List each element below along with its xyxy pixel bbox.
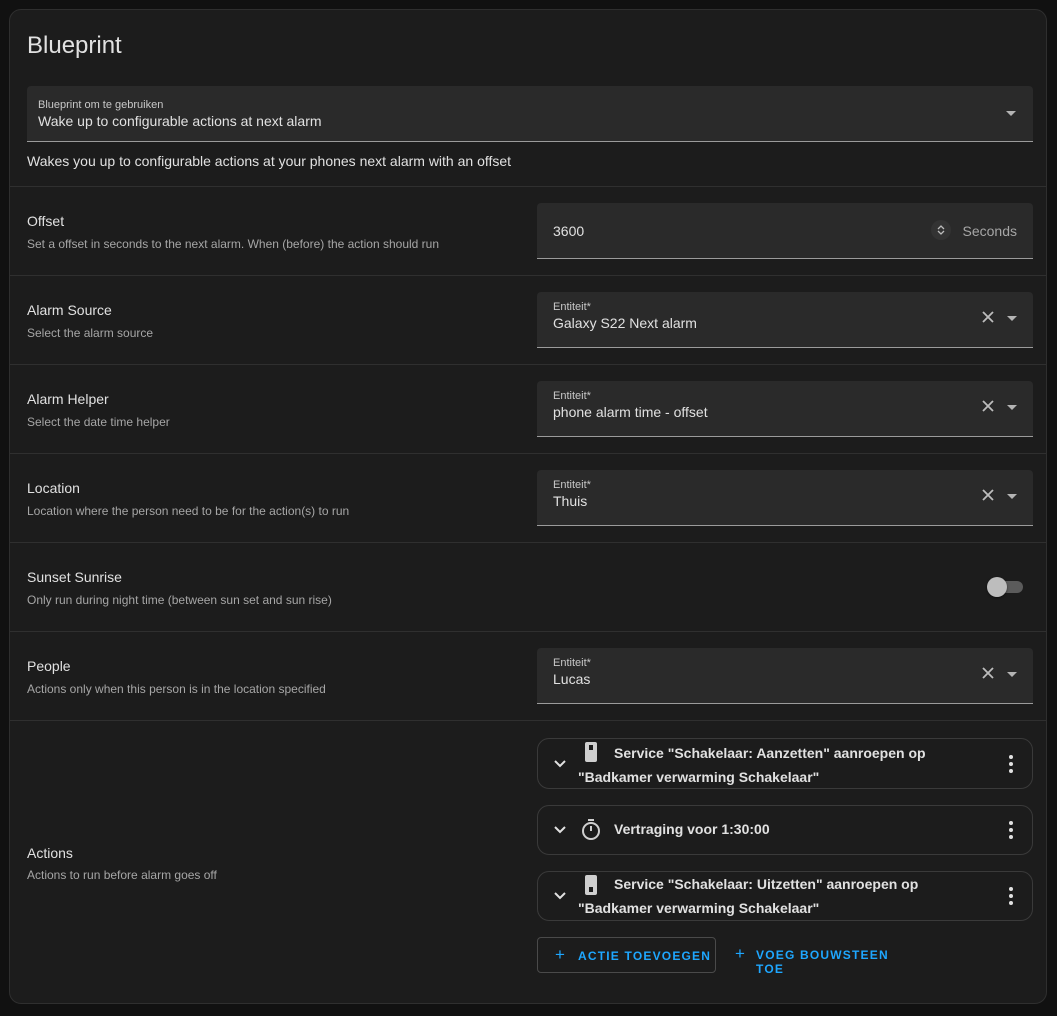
people-description: Actions only when this person is in the …: [27, 682, 326, 696]
dropdown-arrow-icon[interactable]: [1007, 316, 1017, 321]
dropdown-arrow-icon[interactable]: [1007, 494, 1017, 499]
clear-icon[interactable]: [978, 485, 998, 505]
entity-label: Entiteit*: [553, 479, 591, 491]
more-options-icon[interactable]: [1008, 821, 1014, 839]
alarm-helper-entity-picker[interactable]: Entiteit* phone alarm time - offset: [537, 381, 1033, 437]
entity-value[interactable]: phone alarm time - offset: [553, 404, 708, 420]
action-item-text: Vertraging voor 1:30:00: [614, 821, 770, 837]
divider: [10, 453, 1046, 454]
alarm-helper-description: Select the date time helper: [27, 415, 170, 429]
chevron-down-icon[interactable]: [553, 891, 567, 901]
dropdown-arrow-icon[interactable]: [1007, 405, 1017, 410]
offset-name: Offset: [27, 213, 65, 229]
entity-label: Entiteit*: [553, 657, 591, 669]
action-item-delay[interactable]: Vertraging voor 1:30:00: [537, 805, 1033, 855]
offset-unit: Seconds: [962, 223, 1017, 239]
divider: [10, 720, 1046, 721]
add-building-block-label: VOEG BOUWSTEEN TOE: [756, 948, 889, 976]
divider: [10, 186, 1046, 187]
location-description: Location where the person need to be for…: [27, 504, 350, 518]
action-item-text: Service "Schakelaar: Uitzetten" aanroepe…: [578, 876, 919, 916]
offset-description: Set a offset in seconds to the next alar…: [27, 237, 440, 251]
clear-icon[interactable]: [978, 663, 998, 683]
divider: [10, 631, 1046, 632]
location-name: Location: [27, 480, 80, 496]
people-entity-picker[interactable]: Entiteit* Lucas: [537, 648, 1033, 704]
offset-value[interactable]: 3600: [553, 223, 584, 239]
action-item-switch-off[interactable]: Service "Schakelaar: Uitzetten" aanroepe…: [537, 871, 1033, 921]
sunset-sunrise-description: Only run during night time (between sun …: [27, 593, 332, 607]
divider: [10, 364, 1046, 365]
blueprint-select-value: Wake up to configurable actions at next …: [38, 113, 322, 129]
add-building-block-button[interactable]: + VOEG BOUWSTEEN TOE: [726, 937, 916, 976]
plus-icon: +: [735, 944, 747, 963]
card-title: Blueprint: [27, 32, 122, 59]
divider: [10, 542, 1046, 543]
sunset-sunrise-name: Sunset Sunrise: [27, 569, 122, 585]
alarm-helper-name: Alarm Helper: [27, 391, 109, 407]
people-name: People: [27, 658, 71, 674]
divider: [10, 275, 1046, 276]
action-item-text: Service "Schakelaar: Aanzetten" aanroepe…: [578, 745, 926, 785]
clear-icon[interactable]: [978, 396, 998, 416]
alarm-source-name: Alarm Source: [27, 302, 112, 318]
dropdown-arrow-icon[interactable]: [1007, 672, 1017, 677]
number-spinner-icon[interactable]: [931, 220, 951, 240]
blueprint-card: Blueprint Blueprint om te gebruiken Wake…: [9, 9, 1047, 1004]
action-item-switch-on[interactable]: Service "Schakelaar: Aanzetten" aanroepe…: [537, 738, 1033, 789]
offset-input[interactable]: 3600 Seconds: [537, 203, 1033, 259]
location-entity-picker[interactable]: Entiteit* Thuis: [537, 470, 1033, 526]
actions-description: Actions to run before alarm goes off: [27, 868, 217, 882]
toggle-knob: [987, 577, 1007, 597]
actions-name: Actions: [27, 845, 73, 861]
entity-value[interactable]: Galaxy S22 Next alarm: [553, 315, 697, 331]
chevron-down-icon[interactable]: [553, 759, 567, 769]
entity-label: Entiteit*: [553, 390, 591, 402]
alarm-source-description: Select the alarm source: [27, 326, 154, 340]
clear-icon[interactable]: [978, 307, 998, 327]
chevron-down-icon[interactable]: [553, 825, 567, 835]
add-action-label: ACTIE TOEVOEGEN: [578, 949, 712, 963]
more-options-icon[interactable]: [1008, 887, 1014, 905]
dropdown-arrow-icon[interactable]: [1006, 111, 1016, 116]
blueprint-description: Wakes you up to configurable actions at …: [27, 153, 512, 169]
add-action-button[interactable]: + ACTIE TOEVOEGEN: [537, 937, 716, 973]
sunset-sunrise-toggle[interactable]: [987, 577, 1023, 597]
entity-value[interactable]: Thuis: [553, 493, 587, 509]
plus-icon: +: [555, 945, 567, 964]
alarm-source-entity-picker[interactable]: Entiteit* Galaxy S22 Next alarm: [537, 292, 1033, 348]
more-options-icon[interactable]: [1008, 754, 1014, 773]
blueprint-select[interactable]: Blueprint om te gebruiken Wake up to con…: [27, 86, 1033, 142]
blueprint-select-label: Blueprint om te gebruiken: [38, 99, 164, 111]
entity-label: Entiteit*: [553, 301, 591, 313]
entity-value[interactable]: Lucas: [553, 671, 590, 687]
